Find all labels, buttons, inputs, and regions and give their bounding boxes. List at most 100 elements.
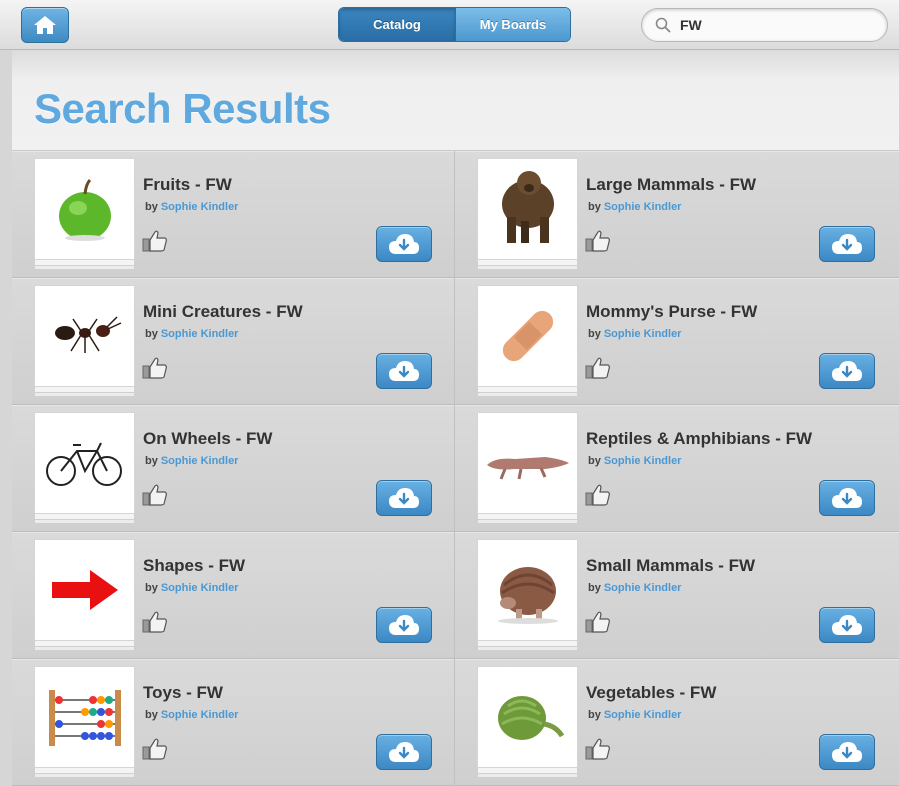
board-thumbnail-stack[interactable]	[477, 666, 578, 778]
by-label: by	[588, 455, 601, 467]
download-button[interactable]	[819, 226, 875, 262]
author-line: by Sophie Kindler	[588, 455, 681, 467]
board-title[interactable]: Vegetables - FW	[586, 683, 716, 703]
result-card[interactable]: Mini Creatures - FW by Sophie Kindler	[12, 278, 455, 405]
board-thumbnail-stack[interactable]	[477, 539, 578, 651]
by-label: by	[145, 709, 158, 721]
author-link[interactable]: Sophie Kindler	[604, 455, 682, 467]
board-thumbnail-stack[interactable]	[477, 285, 578, 397]
abacus-image	[34, 666, 135, 768]
author-line: by Sophie Kindler	[588, 709, 681, 721]
thumbs-up-icon[interactable]	[585, 229, 611, 253]
result-card[interactable]: Shapes - FW by Sophie Kindler	[12, 532, 455, 659]
ant-image	[34, 285, 135, 387]
download-button[interactable]	[376, 607, 432, 643]
red-arrow-image	[34, 539, 135, 641]
author-line: by Sophie Kindler	[588, 328, 681, 340]
board-title[interactable]: Shapes - FW	[143, 556, 245, 576]
result-card[interactable]: Mommy's Purse - FW by Sophie Kindler	[455, 278, 899, 405]
author-link[interactable]: Sophie Kindler	[161, 582, 239, 594]
author-line: by Sophie Kindler	[145, 201, 238, 213]
cloud-download-icon	[830, 613, 864, 637]
author-link[interactable]: Sophie Kindler	[161, 455, 239, 467]
home-button[interactable]	[21, 7, 69, 43]
download-button[interactable]	[376, 734, 432, 770]
armadillo-image	[477, 539, 578, 641]
download-button[interactable]	[376, 353, 432, 389]
author-link[interactable]: Sophie Kindler	[161, 201, 239, 213]
thumbs-up-icon[interactable]	[142, 483, 168, 507]
cloud-download-icon	[830, 740, 864, 764]
by-label: by	[145, 201, 158, 213]
by-label: by	[588, 201, 601, 213]
board-thumbnail-stack[interactable]	[34, 412, 135, 524]
thumbs-up-icon[interactable]	[585, 356, 611, 380]
result-card[interactable]: Fruits - FW by Sophie Kindler	[12, 151, 455, 278]
download-button[interactable]	[376, 226, 432, 262]
result-card[interactable]: Toys - FW by Sophie Kindler	[12, 659, 455, 786]
thumbs-up-icon[interactable]	[585, 483, 611, 507]
board-thumbnail-stack[interactable]	[477, 412, 578, 524]
board-title[interactable]: Mini Creatures - FW	[143, 302, 303, 322]
artichoke-image	[477, 666, 578, 768]
result-card[interactable]: Reptiles & Amphibians - FW by Sophie Kindl…	[455, 405, 899, 532]
search-input[interactable]	[678, 16, 862, 34]
search-icon	[654, 16, 672, 34]
result-card[interactable]: Small Mammals - FW by Sophie Kindler	[455, 532, 899, 659]
by-label: by	[145, 455, 158, 467]
result-card[interactable]: Vegetables - FW by Sophie Kindler	[455, 659, 899, 786]
author-line: by Sophie Kindler	[145, 328, 238, 340]
board-thumbnail-stack[interactable]	[34, 666, 135, 778]
board-title[interactable]: Fruits - FW	[143, 175, 232, 195]
page-title: Search Results	[34, 85, 331, 132]
view-switcher: Catalog My Boards	[338, 7, 571, 42]
cloud-download-icon	[830, 232, 864, 256]
result-card[interactable]: On Wheels - FW by Sophie Kindler	[12, 405, 455, 532]
download-button[interactable]	[376, 480, 432, 516]
search-box[interactable]	[641, 8, 888, 42]
board-title[interactable]: Toys - FW	[143, 683, 223, 703]
bear-image	[477, 158, 578, 260]
board-title[interactable]: Mommy's Purse - FW	[586, 302, 757, 322]
result-card[interactable]: Large Mammals - FW by Sophie Kindler	[455, 151, 899, 278]
by-label: by	[588, 328, 601, 340]
board-title[interactable]: Small Mammals - FW	[586, 556, 755, 576]
author-link[interactable]: Sophie Kindler	[604, 201, 682, 213]
thumbs-up-icon[interactable]	[142, 610, 168, 634]
bicycle-image	[34, 412, 135, 514]
board-title[interactable]: Large Mammals - FW	[586, 175, 756, 195]
download-button[interactable]	[819, 734, 875, 770]
author-link[interactable]: Sophie Kindler	[604, 582, 682, 594]
tab-catalog[interactable]: Catalog	[339, 8, 455, 41]
by-label: by	[145, 328, 158, 340]
author-line: by Sophie Kindler	[145, 709, 238, 721]
board-thumbnail-stack[interactable]	[477, 158, 578, 270]
thumbs-up-icon[interactable]	[585, 737, 611, 761]
board-thumbnail-stack[interactable]	[34, 158, 135, 270]
cloud-download-icon	[387, 613, 421, 637]
board-thumbnail-stack[interactable]	[34, 285, 135, 397]
download-button[interactable]	[819, 353, 875, 389]
download-button[interactable]	[819, 480, 875, 516]
cloud-download-icon	[830, 359, 864, 383]
thumbs-up-icon[interactable]	[142, 737, 168, 761]
crocodile-image	[477, 412, 578, 514]
author-line: by Sophie Kindler	[145, 582, 238, 594]
board-title[interactable]: On Wheels - FW	[143, 429, 272, 449]
author-line: by Sophie Kindler	[588, 201, 681, 213]
cloud-download-icon	[387, 359, 421, 383]
download-button[interactable]	[819, 607, 875, 643]
author-line: by Sophie Kindler	[588, 582, 681, 594]
author-link[interactable]: Sophie Kindler	[604, 709, 682, 721]
thumbs-up-icon[interactable]	[585, 610, 611, 634]
author-link[interactable]: Sophie Kindler	[161, 709, 239, 721]
thumbs-up-icon[interactable]	[142, 356, 168, 380]
board-title[interactable]: Reptiles & Amphibians - FW	[586, 429, 812, 449]
thumbs-up-icon[interactable]	[142, 229, 168, 253]
board-thumbnail-stack[interactable]	[34, 539, 135, 651]
top-bar: Catalog My Boards	[0, 0, 899, 50]
tab-my-boards[interactable]: My Boards	[455, 8, 570, 41]
author-link[interactable]: Sophie Kindler	[161, 328, 239, 340]
home-icon	[34, 16, 56, 34]
author-link[interactable]: Sophie Kindler	[604, 328, 682, 340]
